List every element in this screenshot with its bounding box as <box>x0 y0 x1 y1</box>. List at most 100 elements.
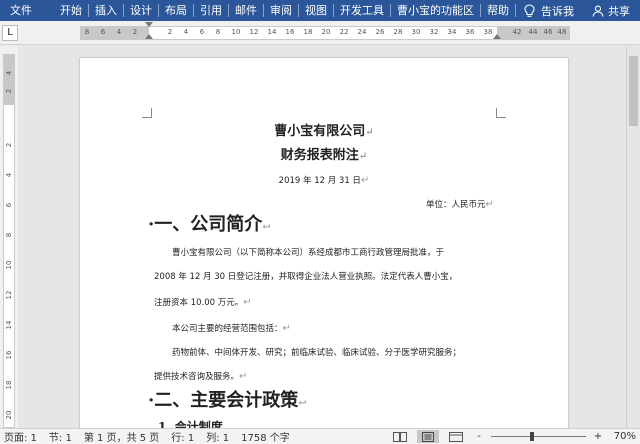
web-layout-button[interactable] <box>445 430 467 443</box>
ruler-tick: 4 <box>116 28 122 36</box>
ruler-left-margin <box>81 27 149 39</box>
vruler-tick: 20 <box>5 410 13 420</box>
person-icon <box>592 5 604 17</box>
ruler-tick: 46 <box>543 28 553 36</box>
web-layout-icon <box>449 431 463 442</box>
document-page[interactable]: 曹小宝有限公司↵ 财务报表附注↵ 2019 年 12 月 31 日↵ 单位：人民… <box>80 58 568 430</box>
status-section[interactable]: 节: 1 <box>43 429 78 444</box>
doc-date: 2019 年 12 月 31 日 <box>278 176 361 186</box>
ruler-tick: 44 <box>528 28 538 36</box>
zoom-slider[interactable] <box>491 430 586 443</box>
doc-subtitle: 财务报表附注 <box>280 148 359 163</box>
status-word-count[interactable]: 1758 个字 <box>235 429 296 444</box>
ruler-row: L 8 6 4 2 2 4 6 8 10 12 14 16 18 20 22 2… <box>0 21 640 45</box>
ruler-tick: 2 <box>132 28 138 36</box>
paragraph-line: 注册资本 10.00 万元。↵ <box>154 296 252 308</box>
print-layout-icon <box>422 431 434 442</box>
tab-mailings[interactable]: 邮件 <box>229 0 263 21</box>
status-page-of[interactable]: 第 1 页，共 5 页 <box>78 429 165 444</box>
status-page[interactable]: 页面: 1 <box>0 429 43 444</box>
right-indent-marker[interactable] <box>493 34 501 39</box>
share-button[interactable]: 共享 <box>592 3 640 19</box>
section-heading-2-text: ·二、主要会计政策 <box>148 390 299 411</box>
paragraph-mark: ↵ <box>485 199 494 210</box>
vruler-tick: 2 <box>5 88 13 94</box>
section-heading-1: ·一、公司简介↩ <box>148 210 271 236</box>
paragraph-mark: ↵ <box>282 323 291 334</box>
doc-company-name: 曹小宝有限公司 <box>274 124 366 139</box>
tab-review[interactable]: 审阅 <box>264 0 298 21</box>
vruler-tick: 2 <box>5 142 13 148</box>
tell-me-box[interactable]: 告诉我 <box>516 3 574 19</box>
paragraph-text: 注册资本 10.00 万元。 <box>154 298 244 308</box>
zoom-level[interactable]: 70% <box>610 431 640 442</box>
paragraph-mark: ↩ <box>298 398 307 409</box>
zoom-out-button[interactable]: - <box>473 431 485 442</box>
ruler-tick: 28 <box>393 28 403 36</box>
paragraph-line: 2008 年 12 月 30 日登记注册，并取得企业法人营业执照。法定代表人曹小… <box>154 272 458 282</box>
zoom-in-button[interactable]: + <box>592 431 604 442</box>
ruler-tick: 12 <box>249 28 259 36</box>
hanging-indent-marker[interactable] <box>145 34 153 39</box>
vruler-tick: 18 <box>5 380 13 390</box>
status-bar: 页面: 1 节: 1 第 1 页，共 5 页 行: 1 列: 1 1758 个字 <box>0 428 640 444</box>
ruler-tick: 22 <box>339 28 349 36</box>
lightbulb-icon <box>524 3 535 17</box>
ruler-tick: 26 <box>375 28 385 36</box>
tab-design[interactable]: 设计 <box>124 0 158 21</box>
section-heading-1-text: ·一、公司简介 <box>148 214 263 235</box>
doc-date-line: 2019 年 12 月 31 日↵ <box>80 174 568 186</box>
tab-home[interactable]: 开始 <box>54 0 88 21</box>
paragraph-mark: ↵ <box>239 371 248 382</box>
ruler-tick: 8 <box>84 28 90 36</box>
zoom-track <box>491 436 586 437</box>
horizontal-ruler[interactable]: 8 6 4 2 2 4 6 8 10 12 14 16 18 20 22 24 … <box>80 22 570 40</box>
zoom-knob[interactable] <box>530 432 535 441</box>
first-line-indent-marker[interactable] <box>145 22 153 27</box>
tab-custom[interactable]: 曹小宝的功能区 <box>391 0 480 21</box>
status-row[interactable]: 行: 1 <box>165 429 200 444</box>
read-mode-button[interactable] <box>389 430 411 443</box>
tab-insert[interactable]: 插入 <box>89 0 123 21</box>
ribbon-tab-bar: 文件 开始 插入 设计 布局 引用 邮件 审阅 视图 开发工具 曹小宝的功能区 … <box>0 0 640 21</box>
vruler-tick: 4 <box>5 172 13 178</box>
ruler-tick: 42 <box>512 28 522 36</box>
ruler-tick: 10 <box>231 28 241 36</box>
tab-layout[interactable]: 布局 <box>159 0 193 21</box>
paragraph-line: 曹小宝有限公司（以下简称本公司）系经成都市工商行政管理局批准，于 <box>172 248 445 258</box>
vruler-tick: 6 <box>5 202 13 208</box>
ruler-tick: 48 <box>557 28 567 36</box>
ruler-tick: 16 <box>285 28 295 36</box>
paragraph-mark: ↩ <box>262 222 271 233</box>
tab-file[interactable]: 文件 <box>0 0 54 21</box>
vruler-tick: 10 <box>5 260 13 270</box>
vruler-tick: 16 <box>5 350 13 360</box>
vertical-scrollbar[interactable] <box>626 46 640 428</box>
ruler-tick: 38 <box>483 28 493 36</box>
vertical-ruler[interactable]: 4 2 2 4 6 8 10 12 14 16 18 20 <box>0 46 18 428</box>
tab-developer[interactable]: 开发工具 <box>334 0 390 21</box>
paragraph-mark: ↵ <box>360 175 370 186</box>
tab-help[interactable]: 帮助 <box>481 0 515 21</box>
tab-view[interactable]: 视图 <box>299 0 333 21</box>
vertical-ruler-bar: 4 2 2 4 6 8 10 12 14 16 18 20 <box>3 54 15 428</box>
vruler-tick: 14 <box>5 320 13 330</box>
scrollbar-thumb[interactable] <box>629 56 638 126</box>
doc-unit-line: 单位：人民币元↵ <box>426 198 494 210</box>
ruler-tick: 32 <box>429 28 439 36</box>
paragraph-mark: ↵ <box>243 297 252 308</box>
tab-stop-selector[interactable]: L <box>2 25 18 41</box>
crop-mark-top-left <box>142 108 152 118</box>
ruler-tick: 20 <box>321 28 331 36</box>
vruler-tick: 4 <box>5 70 13 76</box>
tab-references[interactable]: 引用 <box>194 0 228 21</box>
ruler-tick: 36 <box>465 28 475 36</box>
print-layout-button[interactable] <box>417 430 439 443</box>
section-heading-2: ·二、主要会计政策↩ <box>148 386 307 412</box>
view-controls: - + 70% <box>389 430 640 443</box>
share-label: 共享 <box>608 4 630 18</box>
status-column[interactable]: 列: 1 <box>200 429 235 444</box>
paragraph-line: 提供技术咨询及服务。↵ <box>154 370 247 382</box>
vruler-tick: 8 <box>5 232 13 238</box>
doc-company-line: 曹小宝有限公司↵ <box>80 120 568 139</box>
